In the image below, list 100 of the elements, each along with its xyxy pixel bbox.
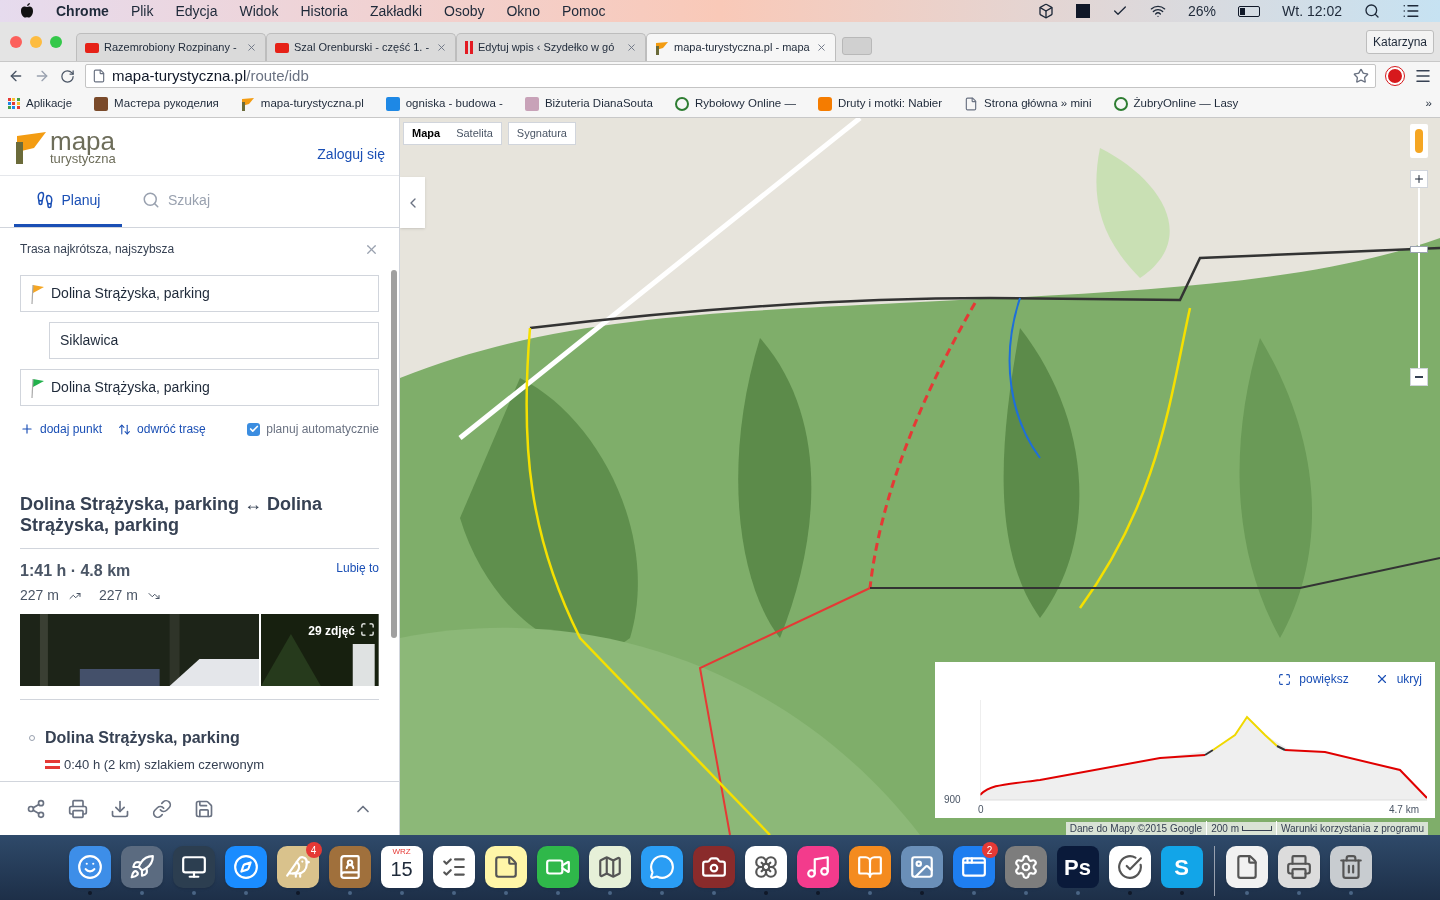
- close-tab-icon[interactable]: [816, 42, 827, 53]
- app-icon[interactable]: [1225, 846, 1268, 888]
- ascent-text: 227 m: [20, 586, 59, 605]
- apple-icon[interactable]: [20, 3, 34, 19]
- hide-button[interactable]: ukryj: [1374, 670, 1422, 688]
- like-link[interactable]: Lubię to: [336, 559, 379, 583]
- menu-item[interactable]: Plik: [130, 0, 154, 22]
- download-icon[interactable]: [110, 798, 130, 819]
- bookmark-star-icon[interactable]: [1353, 68, 1369, 84]
- bookmark-item[interactable]: Aplikacje: [8, 94, 73, 113]
- app-icon[interactable]: [1108, 846, 1151, 888]
- app-icon[interactable]: [536, 846, 579, 888]
- browser-tab[interactable]: Edytuj wpis ‹ Szydełko w gó: [456, 33, 646, 61]
- bookmark-item[interactable]: Druty i motki: Nabier: [817, 94, 943, 113]
- browser-tab[interactable]: Szal Orenburski - część 1. -: [266, 33, 456, 61]
- close-tab-icon[interactable]: [436, 42, 447, 53]
- menu-item[interactable]: Edycja: [175, 0, 218, 22]
- app-icon[interactable]: [952, 846, 995, 888]
- zoom-in-button[interactable]: [1410, 170, 1428, 188]
- app-icon[interactable]: [224, 846, 267, 888]
- app-icon[interactable]: [588, 846, 631, 888]
- map-type-button[interactable]: Mapa: [404, 123, 449, 144]
- app-icon[interactable]: [1329, 846, 1372, 888]
- checkbox[interactable]: [247, 422, 261, 436]
- login-link[interactable]: Zaloguj się: [317, 144, 385, 165]
- browser-tab[interactable]: Razemrobiony Rozpinany -: [76, 33, 266, 61]
- app-window-icon: [960, 854, 987, 880]
- app-icon[interactable]: [172, 846, 215, 888]
- menu-item[interactable]: Osoby: [444, 0, 485, 22]
- close-tab-icon[interactable]: [626, 42, 637, 53]
- bookmark-item[interactable]: mapa-turystyczna.pl: [240, 94, 364, 113]
- browser-tab[interactable]: mapa-turystyczna.pl - mapa: [646, 33, 836, 61]
- more-bookmarks-button[interactable]: »: [1425, 94, 1432, 113]
- app-icon[interactable]: [848, 846, 891, 888]
- flag-icon: [31, 283, 45, 304]
- app-icon[interactable]: [68, 846, 111, 888]
- box-icon[interactable]: [1038, 3, 1055, 19]
- app-icon[interactable]: [744, 846, 787, 888]
- route-point-field[interactable]: Dolina Strążyska, parking: [20, 275, 379, 312]
- trash-icon: [1337, 854, 1364, 880]
- search-icon[interactable]: [1364, 3, 1380, 19]
- address-bar[interactable]: mapa-turystyczna.pl/route/idb: [85, 64, 1376, 88]
- route-point-field[interactable]: Siklawica: [49, 322, 379, 359]
- app-icon[interactable]: [120, 846, 163, 888]
- app-icon[interactable]: [1004, 846, 1047, 888]
- zoom-handle[interactable]: [1410, 246, 1428, 254]
- bookmark-item[interactable]: ŻubryOnline — Lasy: [1113, 94, 1239, 113]
- app-icon[interactable]: [276, 846, 319, 888]
- panel-tab[interactable]: Planuj: [14, 176, 122, 227]
- app-icon[interactable]: [640, 846, 683, 888]
- menu-icon[interactable]: [1414, 67, 1432, 85]
- menu-item[interactable]: Okno: [506, 0, 540, 22]
- zoom-out-button[interactable]: [1410, 368, 1428, 386]
- map-type-button[interactable]: Sygnatura: [507, 122, 576, 145]
- share-icon[interactable]: [26, 798, 46, 819]
- profile-button[interactable]: Katarzyna: [1365, 29, 1434, 54]
- calendar-app-icon[interactable]: WRZ 15: [380, 846, 423, 888]
- reload-icon[interactable]: [60, 68, 75, 84]
- apps-grid-icon: [8, 98, 20, 109]
- reverse-route-link[interactable]: odwróć trasę: [118, 420, 206, 438]
- bookmark-item[interactable]: Мастера рукоделия: [94, 94, 219, 113]
- app-icon[interactable]: [796, 846, 839, 888]
- app-icon[interactable]: [432, 846, 475, 888]
- menu-item[interactable]: Historia: [300, 0, 348, 22]
- route-point-field[interactable]: Dolina Strążyska, parking: [20, 369, 379, 406]
- open-book-icon: [856, 854, 883, 880]
- app-icon[interactable]: [692, 846, 735, 888]
- site-logo[interactable]: mapa turystyczna: [14, 130, 116, 165]
- bars-icon: [465, 41, 473, 54]
- expand-button[interactable]: powiększ: [1278, 670, 1349, 688]
- save-icon[interactable]: [194, 798, 214, 819]
- app-icon[interactable]: [328, 846, 371, 888]
- menu-item[interactable]: Widok: [239, 0, 279, 22]
- app-icon[interactable]: [900, 846, 943, 888]
- app-icon[interactable]: Ps: [1056, 846, 1099, 888]
- speech-bubble-icon: [648, 854, 675, 880]
- app-icon[interactable]: [484, 846, 527, 888]
- menu-item[interactable]: Chrome: [56, 0, 109, 22]
- waypoint-name: Dolina Strążyska, parking: [45, 728, 240, 748]
- bookmark-item[interactable]: Biżuteria DianaSouta: [524, 94, 653, 113]
- bookmark-item[interactable]: Strona główna » mini: [964, 94, 1092, 113]
- add-point-link[interactable]: dodaj punkt: [20, 420, 103, 438]
- link-icon[interactable]: [152, 798, 172, 819]
- bird-icon: [284, 854, 311, 880]
- menu-item[interactable]: Pomoc: [561, 0, 606, 22]
- print-icon[interactable]: [68, 798, 88, 819]
- wifi-icon[interactable]: [1150, 3, 1167, 19]
- list-icon[interactable]: [1402, 2, 1420, 20]
- map-type-button[interactable]: Satelita: [448, 123, 501, 144]
- close-tab-icon[interactable]: [246, 42, 257, 53]
- flag-logo-icon: [14, 131, 48, 164]
- tab-title: mapa-turystyczna.pl - mapa: [674, 40, 811, 56]
- back-icon[interactable]: [8, 68, 24, 84]
- camera-icon: [700, 854, 727, 880]
- bookmark-item[interactable]: Rybołowy Online —: [674, 94, 796, 113]
- app-icon[interactable]: [1277, 846, 1320, 888]
- menu-item[interactable]: Zakładki: [369, 0, 422, 22]
- fullscreen-icon[interactable]: [360, 622, 375, 637]
- bookmark-item[interactable]: ogniska - budowa -: [385, 94, 503, 113]
- battery-icon[interactable]: [1238, 5, 1261, 17]
